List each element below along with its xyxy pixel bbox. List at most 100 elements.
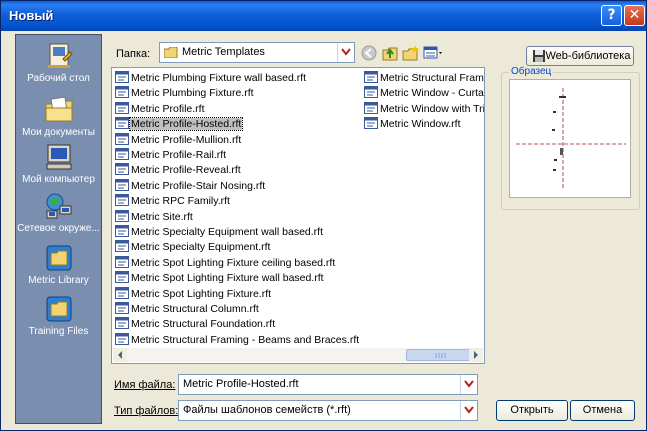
preview-pane — [509, 79, 631, 198]
file-name: Metric Profile-Rail.rft — [131, 149, 227, 161]
place-training-files[interactable]: Training Files — [16, 294, 101, 337]
family-template-icon — [115, 163, 129, 176]
folder-combo-value: Metric Templates — [182, 46, 265, 58]
family-template-icon — [115, 286, 129, 299]
help-button[interactable]: ? — [601, 5, 622, 26]
family-template-icon — [115, 101, 129, 114]
family-template-icon — [115, 132, 129, 145]
window-title: Новый — [9, 8, 54, 23]
arrow-right-icon — [474, 351, 478, 359]
file-name: Metric Spot Lighting Fixture wall based.… — [131, 272, 324, 285]
file-list-item[interactable]: Metric Structural Frami — [364, 71, 485, 85]
file-list-item[interactable]: Metric Structural Column.rft — [115, 302, 260, 316]
file-list-item[interactable]: Metric Plumbing Fixture wall based.rft — [115, 71, 307, 85]
profile-preview-image — [516, 88, 626, 190]
scroll-right-button[interactable] — [469, 348, 483, 362]
file-list-item[interactable]: Metric Profile-Hosted.rft — [115, 117, 244, 132]
scroll-thumb[interactable] — [406, 349, 475, 361]
horizontal-scrollbar[interactable] — [113, 348, 483, 362]
filetype-select[interactable]: Файлы шаблонов семейств (*.rft) — [178, 400, 478, 421]
file-list-item[interactable]: Metric Spot Lighting Fixture wall based.… — [115, 271, 325, 285]
place-my-documents[interactable]: Мои документы — [16, 95, 101, 138]
family-template-icon — [364, 86, 378, 99]
my-documents-icon — [45, 96, 72, 122]
place-label: Training Files — [28, 326, 89, 337]
file-list-item[interactable]: Metric RPC Family.rft — [115, 194, 231, 208]
place-desktop[interactable]: Рабочий стол — [16, 41, 101, 84]
file-name: Metric Specialty Equipment wall based.rf… — [131, 226, 323, 238]
filename-dropdown[interactable] — [460, 375, 477, 394]
file-name: Metric Structural Framing - Beams and Br… — [131, 333, 360, 346]
file-list-item[interactable]: Metric Profile.rft — [115, 101, 206, 116]
place-network[interactable]: Сетевое окруже... — [16, 191, 101, 234]
file-name: Metric Structural Foundation.rft — [131, 318, 276, 331]
file-list-item[interactable]: Metric Specialty Equipment wall based.rf… — [115, 225, 324, 239]
back-icon[interactable] — [360, 45, 378, 61]
family-template-icon — [115, 255, 129, 268]
family-template-icon — [115, 86, 129, 99]
filetype-dropdown[interactable] — [460, 401, 477, 420]
file-list-item[interactable]: Metric Specialty Equipment.rft — [115, 240, 271, 254]
file-list-item[interactable]: Metric Plumbing Fixture.rft — [115, 86, 255, 100]
file-name: Metric Site.rft — [131, 210, 193, 223]
filename-input[interactable]: Metric Profile-Hosted.rft — [178, 374, 478, 395]
file-name: Metric Structural Frami — [380, 72, 485, 84]
new-file-dialog: Новый ? ✕ Рабочий стол Мои документы Мой… — [0, 0, 647, 431]
folder-icon — [164, 47, 178, 58]
place-label: Мой компьютер — [22, 174, 95, 185]
file-name: Metric Profile.rft — [131, 102, 205, 115]
folder-combo[interactable]: Metric Templates — [159, 42, 355, 63]
family-template-icon — [115, 225, 129, 237]
file-list-item[interactable]: Metric Profile-Rail.rft — [115, 148, 227, 162]
open-button[interactable]: Открыть — [496, 400, 568, 421]
file-list-item[interactable]: Metric Structural Framing - Beams and Br… — [115, 332, 360, 347]
file-list-item[interactable]: Metric Window.rft — [364, 117, 462, 131]
cancel-button[interactable]: Отмена — [570, 400, 635, 421]
folder-label: Папка: — [116, 48, 151, 60]
file-name: Metric Plumbing Fixture wall based.rft — [131, 72, 307, 84]
file-list-item[interactable]: Metric Profile-Reveal.rft — [115, 163, 242, 177]
up-folder-icon[interactable] — [381, 45, 399, 61]
preview-label: Образец — [509, 66, 554, 77]
file-list-item[interactable]: Metric Profile-Mullion.rft — [115, 132, 242, 147]
web-library-button[interactable]: Web-библиотека — [526, 46, 634, 66]
file-list[interactable]: Metric Plumbing Fixture wall based.rft Me… — [111, 67, 485, 364]
family-template-icon — [115, 209, 129, 222]
file-name: Metric Window with Tri — [380, 102, 485, 115]
desktop-icon — [47, 43, 73, 68]
title-bar[interactable]: Новый ? ✕ — [1, 1, 646, 31]
filetype-label: Тип файлов: — [114, 405, 179, 417]
family-template-icon — [115, 317, 129, 330]
file-list-item[interactable]: Metric Profile-Stair Nosing.rft — [115, 178, 266, 193]
arrow-left-icon — [118, 351, 122, 359]
view-menu-icon[interactable] — [423, 45, 445, 61]
family-template-icon — [115, 332, 129, 345]
family-template-icon — [115, 194, 129, 207]
file-list-item[interactable]: Metric Spot Lighting Fixture.rft — [115, 286, 272, 301]
new-folder-icon[interactable] — [402, 45, 420, 61]
file-list-item[interactable]: Metric Site.rft — [115, 209, 194, 224]
file-list-item[interactable]: Metric Structural Foundation.rft — [115, 317, 276, 331]
file-list-item[interactable]: Metric Window - Curtai — [364, 86, 484, 100]
filename-value: Metric Profile-Hosted.rft — [183, 378, 299, 390]
family-template-icon — [364, 71, 378, 83]
close-button[interactable]: ✕ — [624, 5, 645, 26]
family-template-icon — [115, 117, 129, 130]
save-disk-icon — [533, 50, 545, 62]
chevron-down-icon — [464, 380, 474, 388]
file-list-item[interactable]: Metric Window with Tri — [364, 101, 485, 116]
place-my-computer[interactable]: Мой компьютер — [16, 142, 101, 185]
place-metric-library[interactable]: Metric Library — [16, 243, 101, 286]
file-name: Metric Spot Lighting Fixture ceiling bas… — [131, 256, 336, 269]
place-label: Рабочий стол — [27, 73, 90, 84]
file-list-item[interactable]: Metric Spot Lighting Fixture ceiling bas… — [115, 255, 336, 270]
family-template-icon — [115, 148, 129, 160]
places-bar: Рабочий стол Мои документы Мой компьютер — [15, 34, 102, 424]
place-label: Metric Library — [28, 275, 89, 286]
filetype-value: Файлы шаблонов семейств (*.rft) — [183, 404, 351, 416]
file-name: Metric Plumbing Fixture.rft — [131, 87, 254, 100]
file-name: Metric Profile-Reveal.rft — [131, 164, 241, 177]
scroll-left-button[interactable] — [113, 348, 127, 362]
family-template-icon — [115, 178, 129, 191]
folder-combo-dropdown[interactable] — [337, 43, 354, 62]
